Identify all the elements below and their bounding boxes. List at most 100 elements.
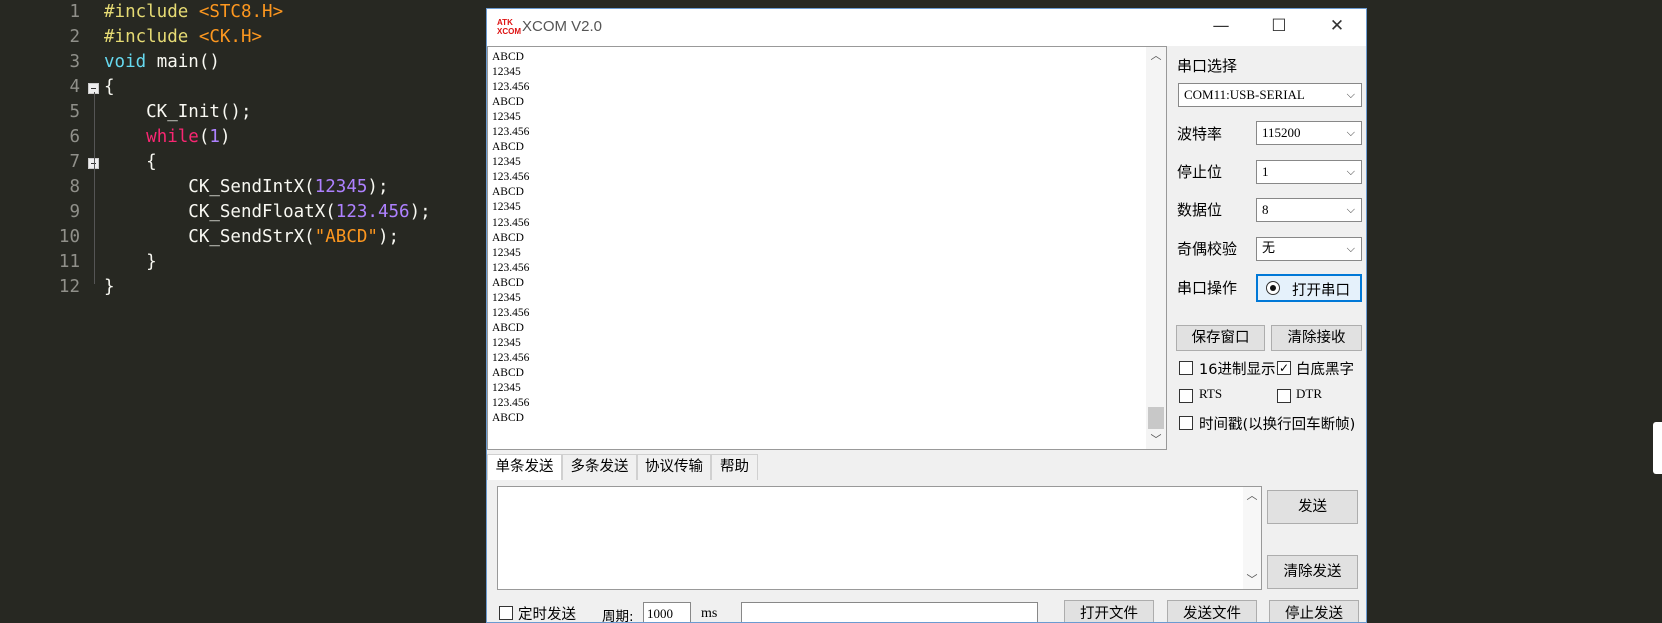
scroll-down-icon[interactable]: ﹀ xyxy=(1146,431,1166,449)
port-select-value: COM11:USB-SERIAL xyxy=(1184,87,1305,102)
received-lines: ABCD 12345 123.456 ABCD 12345 123.456 ABCD 1234… xyxy=(492,50,1142,426)
stop-bits-select[interactable]: 1 ⌵ xyxy=(1256,160,1362,184)
code-text: } xyxy=(104,250,157,275)
line-number: 12 xyxy=(58,277,80,297)
baud-label: 波特率 xyxy=(1177,125,1223,143)
parity-value: 无 xyxy=(1262,241,1276,256)
close-button[interactable]: ✕ xyxy=(1308,9,1366,46)
code-token: CK_SendFloatX( xyxy=(104,202,336,222)
received-line: 123.456 xyxy=(492,216,530,229)
line-number: 11 xyxy=(58,252,80,272)
received-line: 123.456 xyxy=(492,351,530,364)
code-token: 123.456 xyxy=(335,202,410,222)
baud-select[interactable]: 115200 ⌵ xyxy=(1256,121,1362,145)
received-line: 12345 xyxy=(492,156,521,169)
dtr-checkbox[interactable] xyxy=(1277,389,1291,403)
received-line: 123.456 xyxy=(492,126,530,139)
white-black-label: 白底黑字 xyxy=(1296,362,1354,378)
tab-single-send[interactable]: 单条发送 xyxy=(487,454,562,480)
data-bits-label: 数据位 xyxy=(1177,201,1223,219)
timestamp-checkbox[interactable] xyxy=(1179,416,1193,430)
white-black-checkbox[interactable]: ✓ xyxy=(1277,361,1291,375)
line-number: 1 xyxy=(69,2,80,22)
code-text: void main() xyxy=(104,50,220,75)
line-number: 2 xyxy=(69,27,80,47)
save-window-button[interactable]: 保存窗口 xyxy=(1176,325,1265,351)
line-number: 8 xyxy=(69,177,80,197)
code-token: } xyxy=(104,252,157,272)
data-bits-select[interactable]: 8 ⌵ xyxy=(1256,198,1362,222)
period-label: 周期: xyxy=(602,609,634,623)
send-button[interactable]: 发送 xyxy=(1267,490,1358,524)
receive-area[interactable]: ABCD 12345 123.456 ABCD 12345 123.456 ABCD 1234… xyxy=(487,46,1167,450)
dtr-label: DTR xyxy=(1296,386,1322,401)
code-token: ); xyxy=(367,177,389,197)
received-line: ABCD xyxy=(492,96,524,109)
stop-send-button[interactable]: 停止发送 xyxy=(1269,600,1359,622)
send-tabs: 单条发送 多条发送 协议传输 帮助 xyxy=(487,454,1366,480)
chevron-down-icon: ⌵ xyxy=(1346,203,1355,216)
received-line: ABCD xyxy=(492,141,524,154)
received-line: ABCD xyxy=(492,321,524,334)
clear-receive-button[interactable]: 清除接收 xyxy=(1271,325,1362,351)
tab-protocol[interactable]: 协议传输 xyxy=(637,454,711,480)
code-text: { xyxy=(104,75,115,100)
timed-send-checkbox[interactable] xyxy=(499,606,513,620)
scroll-up-icon[interactable]: ︿ xyxy=(1146,47,1166,65)
code-text: } xyxy=(104,275,115,300)
code-token: ); xyxy=(409,202,431,222)
scroll-up-icon[interactable]: ︿ xyxy=(1243,487,1261,505)
period-input[interactable]: 1000 xyxy=(643,602,691,622)
code-token: } xyxy=(104,277,115,297)
scroll-thumb[interactable] xyxy=(1148,407,1164,429)
open-port-button[interactable]: 打开串口 xyxy=(1256,274,1362,302)
code-token: ) xyxy=(219,127,231,147)
code-text: CK_SendFloatX(123.456); xyxy=(104,200,431,225)
received-line: ABCD xyxy=(492,186,524,199)
received-line: 12345 xyxy=(492,291,521,304)
title-bar[interactable]: ATK XCOM XCOM V2.0 — ☐ ✕ xyxy=(487,9,1366,46)
send-input[interactable]: ︿ ﹀ xyxy=(497,486,1262,590)
code-token: CK_SendStrX( xyxy=(104,227,315,247)
code-text: CK_SendIntX(12345); xyxy=(104,175,388,200)
receive-scrollbar[interactable]: ︿ ﹀ xyxy=(1146,47,1166,449)
code-token: <CK.H> xyxy=(198,27,263,47)
port-select[interactable]: COM11:USB-SERIAL ⌵ xyxy=(1178,83,1362,107)
tab-multi-send[interactable]: 多条发送 xyxy=(562,454,637,480)
chevron-down-icon: ⌵ xyxy=(1346,88,1355,101)
parity-label: 奇偶校验 xyxy=(1177,240,1238,258)
tab-help[interactable]: 帮助 xyxy=(711,454,758,480)
close-icon: ✕ xyxy=(1329,16,1345,36)
file-path-input[interactable] xyxy=(741,602,1038,622)
hex-display-checkbox[interactable] xyxy=(1179,361,1193,375)
clear-send-button[interactable]: 清除发送 xyxy=(1267,555,1358,589)
scroll-down-icon[interactable]: ﹀ xyxy=(1243,571,1261,589)
code-token: main() xyxy=(156,52,220,72)
port-status-icon xyxy=(1266,281,1280,295)
minimize-button[interactable]: — xyxy=(1192,9,1250,46)
line-number: 6 xyxy=(69,127,80,147)
stop-bits-label: 停止位 xyxy=(1177,163,1223,181)
timed-send-label: 定时发送 xyxy=(518,607,576,623)
open-file-button[interactable]: 打开文件 xyxy=(1064,600,1154,622)
code-text: #include <STC8.H> xyxy=(104,0,283,25)
received-line: 123.456 xyxy=(492,171,530,184)
line-number: 4 xyxy=(69,77,80,97)
received-line: 12345 xyxy=(492,66,521,79)
received-line: 12345 xyxy=(492,246,521,259)
line-number: 3 xyxy=(69,52,80,72)
code-text: { xyxy=(104,150,157,175)
send-scrollbar[interactable]: ︿ ﹀ xyxy=(1243,487,1261,589)
received-line: ABCD xyxy=(492,276,524,289)
line-number: 7 xyxy=(69,152,80,172)
chevron-down-icon: ⌵ xyxy=(1346,165,1355,178)
rts-checkbox[interactable] xyxy=(1179,389,1193,403)
code-token: CK_SendIntX( xyxy=(104,177,315,197)
rts-label: RTS xyxy=(1199,386,1223,401)
code-token: ); xyxy=(377,227,400,247)
code-token: <STC8.H> xyxy=(198,2,284,22)
maximize-button[interactable]: ☐ xyxy=(1250,9,1308,46)
received-line: 123.456 xyxy=(492,397,530,410)
send-file-button[interactable]: 发送文件 xyxy=(1167,600,1257,622)
parity-select[interactable]: 无 ⌵ xyxy=(1256,237,1362,261)
